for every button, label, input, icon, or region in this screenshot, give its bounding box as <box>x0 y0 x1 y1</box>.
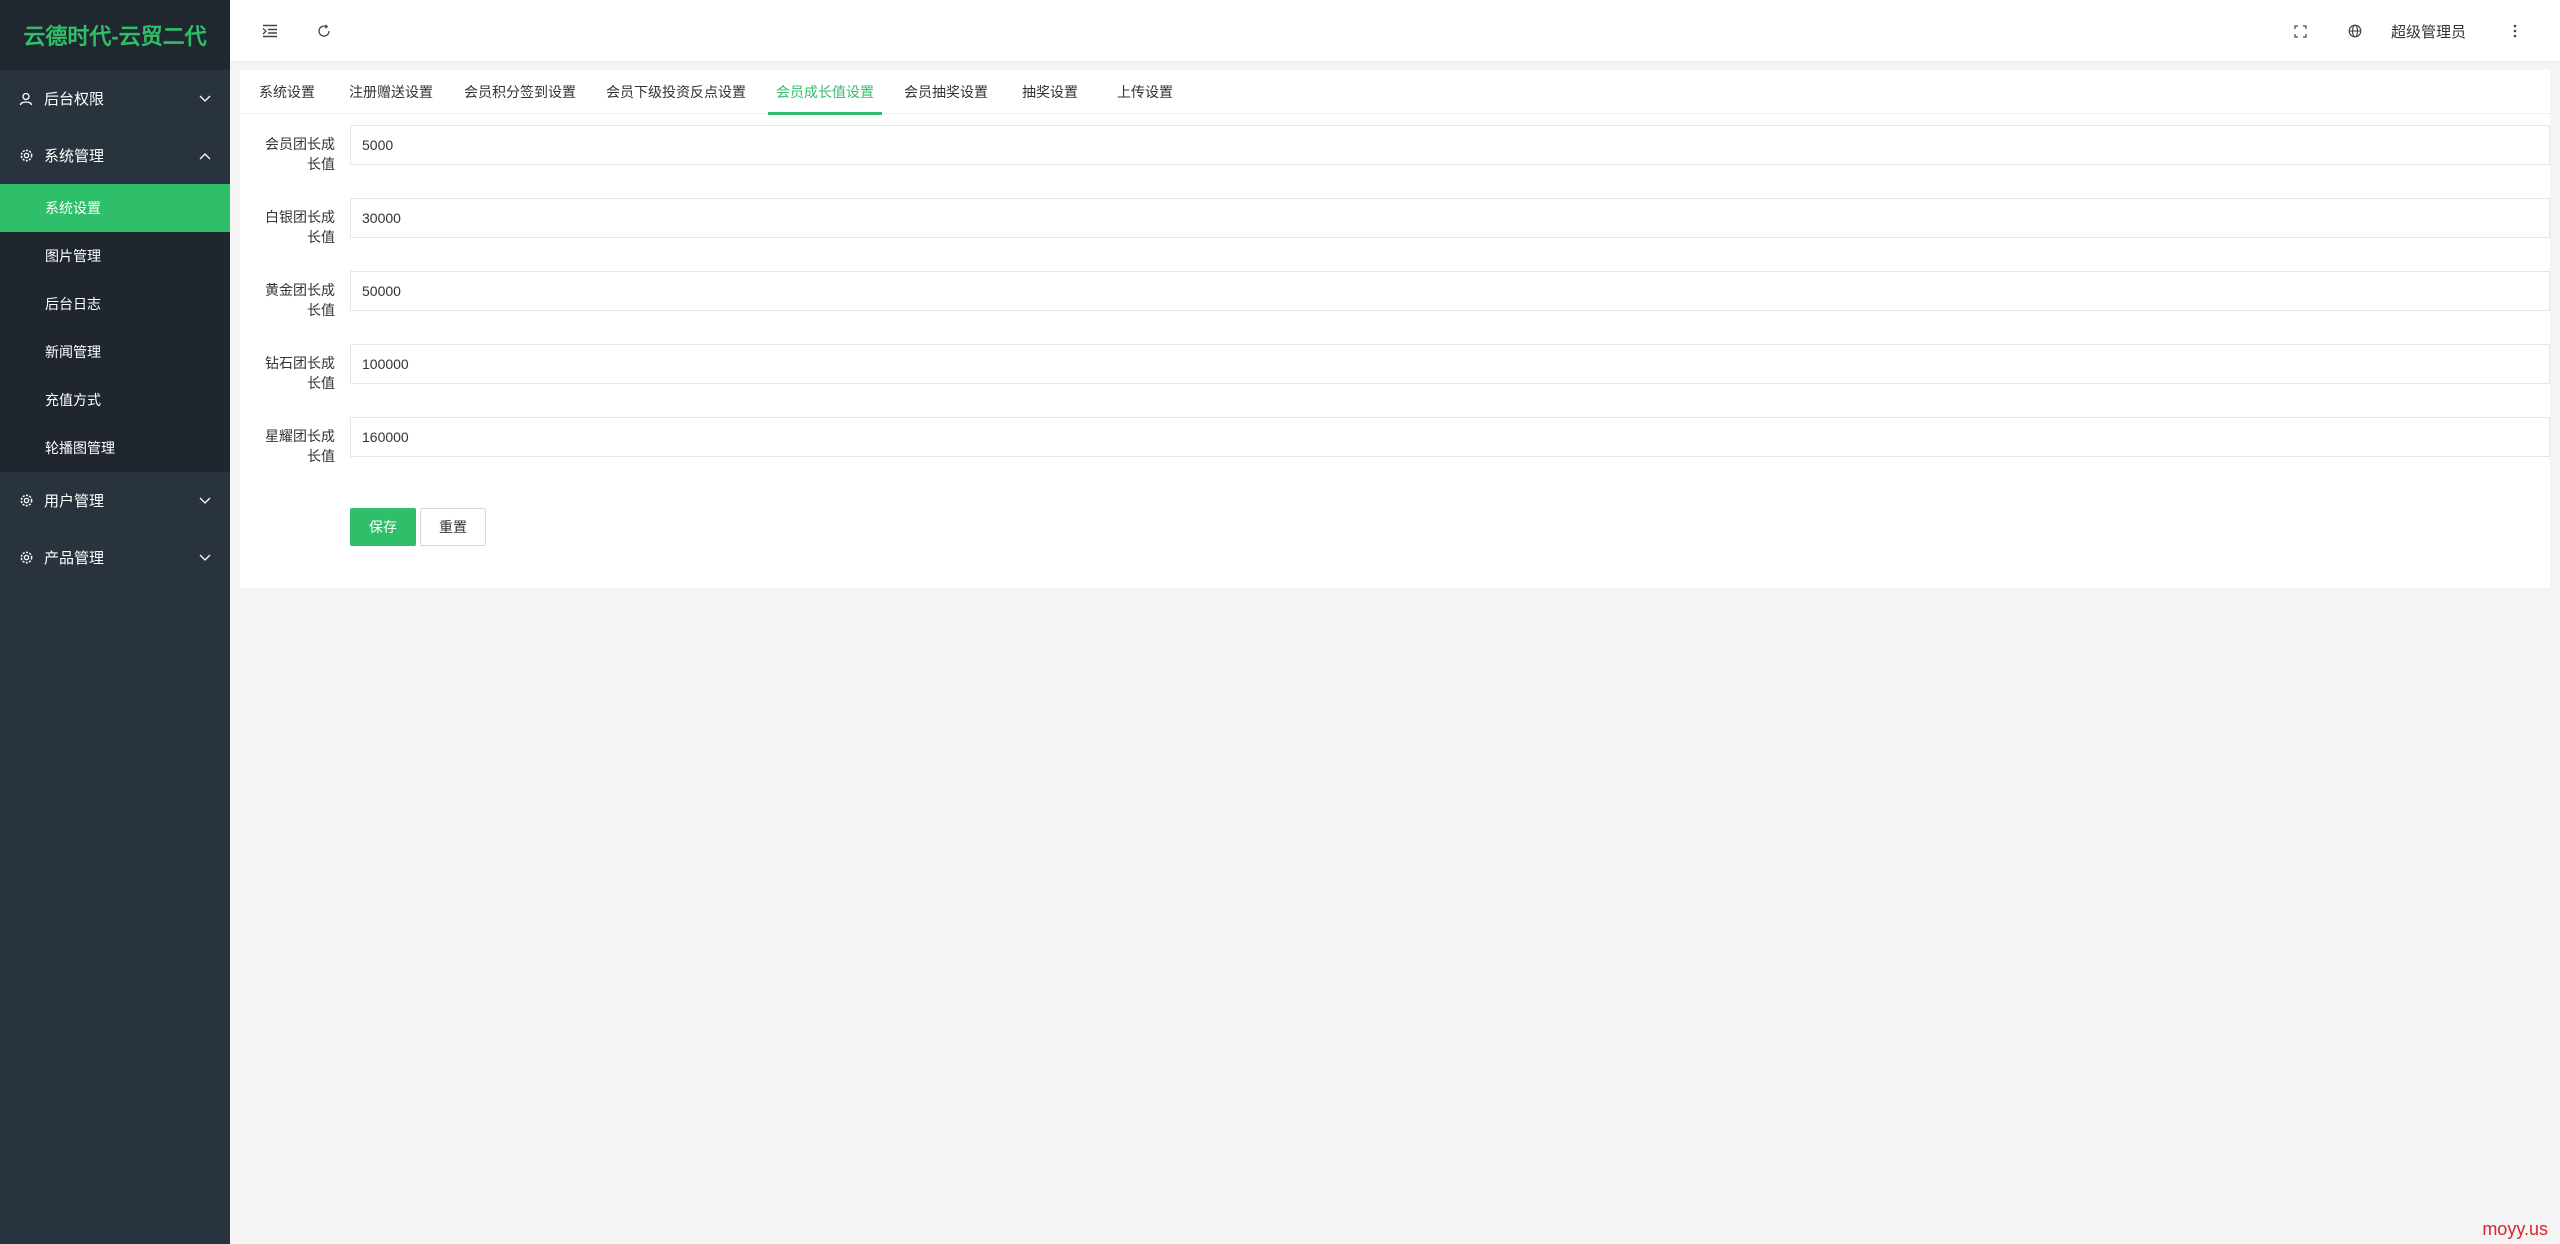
member-leader-growth-input[interactable] <box>350 125 2550 165</box>
sidebar-item-image-management[interactable]: 图片管理 <box>0 232 230 280</box>
settings-tabs: 系统设置 注册赠送设置 会员积分签到设置 会员下级投资反点设置 会员成长值设置 … <box>240 70 2550 115</box>
chevron-down-icon <box>198 551 212 565</box>
gear-icon <box>18 550 34 566</box>
chevron-down-icon <box>198 92 212 106</box>
sidebar-item-news-management[interactable]: 新闻管理 <box>0 328 230 376</box>
gold-leader-growth-input[interactable] <box>350 271 2550 311</box>
sidebar-item-carousel-management[interactable]: 轮播图管理 <box>0 424 230 472</box>
tab-points-checkin[interactable]: 会员积分签到设置 <box>464 70 576 114</box>
star-leader-growth-input[interactable] <box>350 417 2550 457</box>
field-label: 黄金团长成长值 <box>265 282 335 318</box>
sidebar-group-system-management[interactable]: 系统管理 <box>0 127 230 184</box>
app-logo-title: 云德时代-云贸二代 <box>0 0 230 70</box>
sidebar-group-admin-permissions[interactable]: 后台权限 <box>0 70 230 127</box>
reset-button[interactable]: 重置 <box>420 508 486 546</box>
sidebar-group-label: 系统管理 <box>44 148 105 165</box>
sidebar-item-admin-logs[interactable]: 后台日志 <box>0 280 230 328</box>
form-row: 白银团长成长值 <box>240 198 2550 250</box>
sidebar-item-system-settings[interactable]: 系统设置 <box>0 184 230 232</box>
watermark-text: moyy.us <box>2482 1219 2548 1239</box>
current-user-name[interactable]: 超级管理员 <box>2391 0 2466 62</box>
diamond-leader-growth-input[interactable] <box>350 344 2550 384</box>
more-vertical-icon[interactable] <box>2508 0 2522 62</box>
tab-member-lottery[interactable]: 会员抽奖设置 <box>904 70 988 114</box>
chevron-up-icon <box>198 149 212 163</box>
save-button[interactable]: 保存 <box>350 508 416 546</box>
sidebar-item-recharge-methods[interactable]: 充值方式 <box>0 376 230 424</box>
sidebar: 云德时代-云贸二代 后台权限 系统管理 系统设置 图片管理 后台日志 新闻管理 … <box>0 0 230 1244</box>
menu-fold-icon[interactable] <box>260 0 280 62</box>
tab-subordinate-rebate[interactable]: 会员下级投资反点设置 <box>606 70 746 114</box>
user-icon <box>18 91 34 107</box>
sidebar-submenu-system: 系统设置 图片管理 后台日志 新闻管理 充值方式 轮播图管理 <box>0 184 230 472</box>
tab-system-settings[interactable]: 系统设置 <box>259 70 315 114</box>
tab-growth-value[interactable]: 会员成长值设置 <box>768 70 882 115</box>
tab-registration-bonus[interactable]: 注册赠送设置 <box>349 70 433 114</box>
gear-icon <box>18 493 34 509</box>
field-label: 星耀团长成长值 <box>265 428 335 464</box>
form-row: 钻石团长成长值 <box>240 344 2550 396</box>
sidebar-group-label: 用户管理 <box>44 493 105 510</box>
form-row: 会员团长成长值 <box>240 125 2550 177</box>
form-row: 黄金团长成长值 <box>240 271 2550 323</box>
top-header: 超级管理员 <box>230 0 2560 62</box>
field-label: 会员团长成长值 <box>265 136 335 172</box>
globe-icon[interactable] <box>2345 0 2365 62</box>
field-label: 钻石团长成长值 <box>265 355 335 391</box>
sidebar-group-label: 后台权限 <box>44 91 105 108</box>
gear-icon <box>18 148 34 164</box>
tab-lottery-settings[interactable]: 抽奖设置 <box>1022 70 1078 114</box>
form-row: 星耀团长成长值 <box>240 417 2550 469</box>
silver-leader-growth-input[interactable] <box>350 198 2550 238</box>
chevron-down-icon <box>198 494 212 508</box>
settings-card: 系统设置 注册赠送设置 会员积分签到设置 会员下级投资反点设置 会员成长值设置 … <box>240 70 2550 588</box>
tab-upload-settings[interactable]: 上传设置 <box>1117 70 1173 114</box>
field-label: 白银团长成长值 <box>265 209 335 245</box>
refresh-icon[interactable] <box>314 0 334 62</box>
sidebar-group-label: 产品管理 <box>44 550 105 567</box>
fullscreen-icon[interactable] <box>2290 0 2310 62</box>
sidebar-group-user-management[interactable]: 用户管理 <box>0 472 230 529</box>
sidebar-group-product-management[interactable]: 产品管理 <box>0 529 230 586</box>
